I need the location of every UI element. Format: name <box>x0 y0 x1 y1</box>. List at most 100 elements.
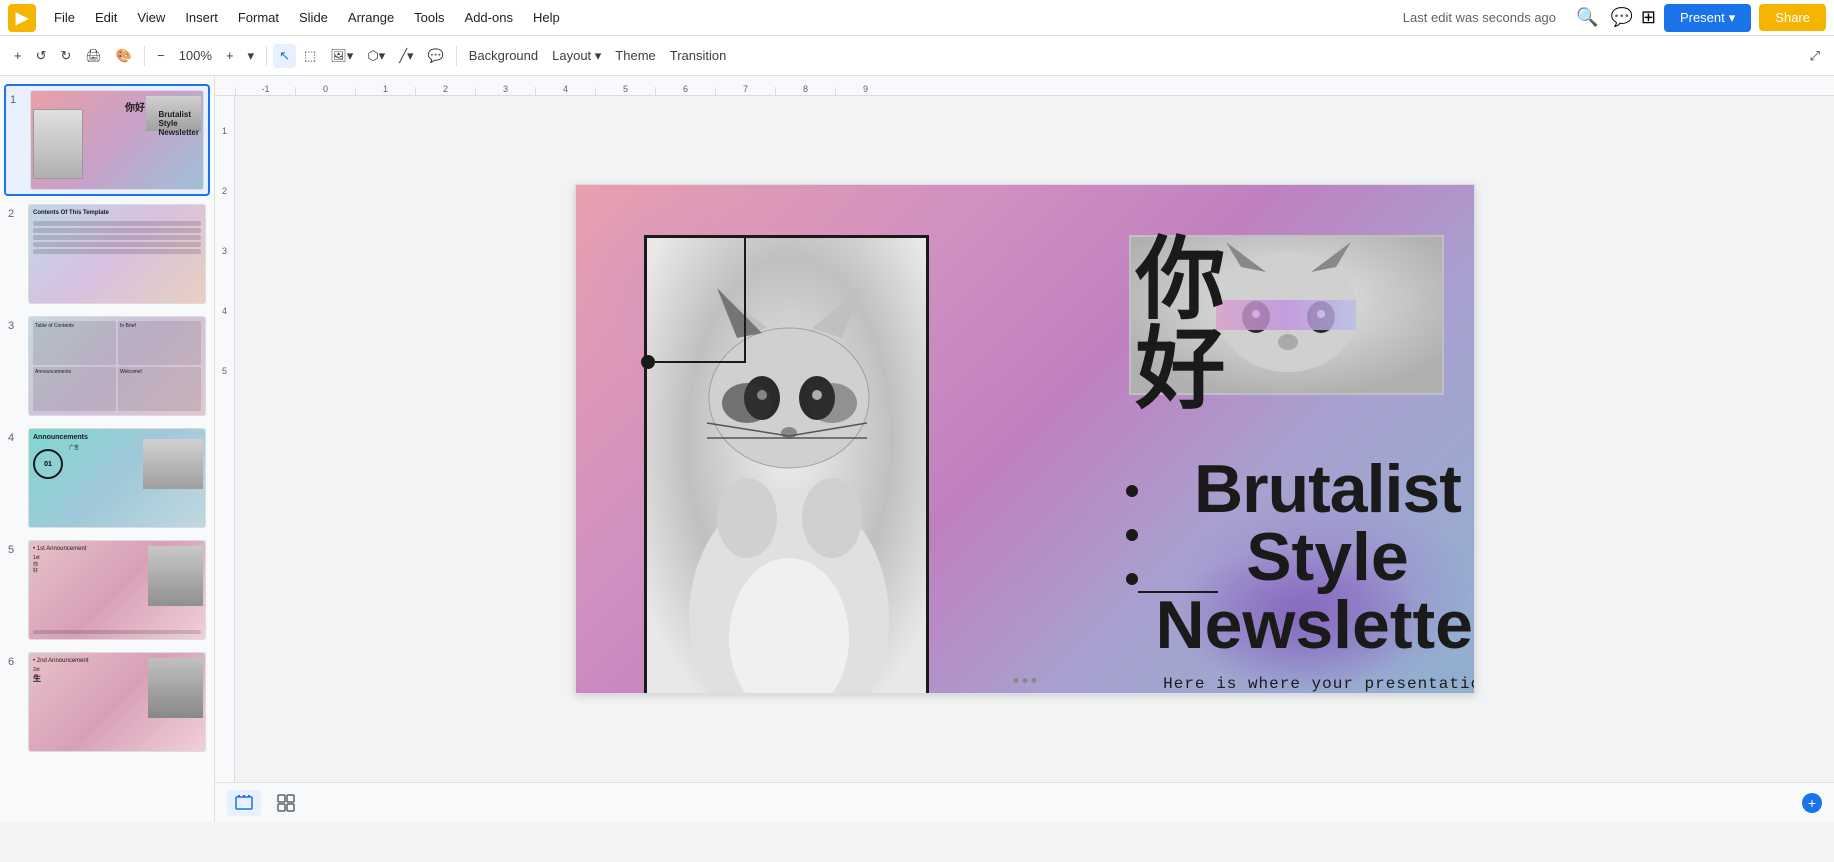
chinese-line2: 好 <box>1136 325 1226 415</box>
cat-overlay-rect <box>1216 300 1356 330</box>
ruler-tick: 3 <box>475 87 535 95</box>
menu-format[interactable]: Format <box>230 6 287 29</box>
shape-button[interactable]: ⬡▾ <box>361 44 391 68</box>
slide-preview-3: Table of Contents In Brief Announcements… <box>28 316 206 416</box>
menu-help[interactable]: Help <box>525 6 568 29</box>
slide-thumb-6[interactable]: 6 • 2nd Announcement 2st 生 <box>4 648 210 756</box>
ruler-ticks: -1 0 1 2 3 4 5 6 7 8 9 <box>215 76 895 95</box>
zoom-out-button[interactable]: − <box>151 44 171 67</box>
redo-button[interactable]: ↻ <box>55 44 78 68</box>
menu-view[interactable]: View <box>129 6 173 29</box>
select-tool-button[interactable]: ⬚ <box>298 44 322 68</box>
comment-icon[interactable]: 💬 <box>1610 7 1632 28</box>
ruler-tick: 5 <box>595 87 655 95</box>
slide-number-5: 5 <box>8 540 22 556</box>
slide-preview-1: BrutalistStyleNewsletter 你好 <box>30 90 204 190</box>
comment-button[interactable]: 💬 <box>422 44 450 68</box>
menu-edit[interactable]: Edit <box>87 6 125 29</box>
slide-dots-indicator <box>1013 678 1036 683</box>
slide-thumb-4[interactable]: 4 Announcements 01 广告 <box>4 424 210 532</box>
bottom-right: + <box>1802 793 1822 813</box>
layout-button[interactable]: Layout ▾ <box>546 44 607 68</box>
zoom-plus-button[interactable]: + <box>1802 793 1822 813</box>
menu-tools[interactable]: Tools <box>406 6 452 29</box>
thumb-cat-6 <box>148 658 203 718</box>
thumb-grid-3: Table of Contents In Brief Announcements… <box>29 317 205 415</box>
selection-handle-circle <box>641 355 655 369</box>
image-button[interactable]: 🖼▾ <box>324 44 359 68</box>
zoom-dropdown[interactable]: ▾ <box>242 44 261 68</box>
thumb-bar-5 <box>33 630 201 634</box>
selection-handle-line-h <box>655 361 745 363</box>
subtitle: Here is where your presentation begins <box>1156 675 1475 694</box>
app-logo: ▶ <box>8 4 36 32</box>
bullet-dots <box>1126 485 1138 585</box>
theme-button[interactable]: Theme <box>609 44 661 67</box>
thumb-text-6: 2st 生 <box>33 667 41 684</box>
slide-thumb-3[interactable]: 3 Table of Contents In Brief Announcemen… <box>4 312 210 420</box>
slide-number-6: 6 <box>8 652 22 668</box>
separator-2 <box>266 46 267 66</box>
thumb-label-4: Announcements <box>33 434 88 441</box>
menu-bar: ▶ File Edit View Insert Format Slide Arr… <box>0 0 1834 36</box>
slide-number-4: 4 <box>8 428 22 444</box>
slide-number-3: 3 <box>8 316 22 332</box>
filmstrip-view-button[interactable] <box>227 790 261 816</box>
print-button[interactable]: 🖨 <box>79 44 108 68</box>
top-right-buttons: 🔍 💬 ⊞ Present ▾ Share <box>1576 4 1826 32</box>
ruler-tick: 0 <box>295 87 355 95</box>
ruler-tick: -1 <box>235 87 295 95</box>
bullet-dot-3 <box>1126 573 1138 585</box>
menu-slide[interactable]: Slide <box>291 6 336 29</box>
chinese-text[interactable]: 你 好 <box>1136 235 1226 415</box>
zoom-in-button[interactable]: + <box>220 44 240 67</box>
separator-1 <box>144 46 145 66</box>
cursor-tool-button[interactable]: ↖ <box>273 44 296 68</box>
filmstrip-icon <box>235 794 253 812</box>
share-button[interactable]: Share <box>1759 4 1826 31</box>
last-edit-label: Last edit was seconds ago <box>1403 10 1556 25</box>
ruler-tick: 4 <box>535 87 595 95</box>
slide-canvas[interactable]: 你 好 <box>575 184 1475 694</box>
slide-preview-2: Contents Of This Template <box>28 204 206 304</box>
slide-thumb-2[interactable]: 2 Contents Of This Template <box>4 200 210 308</box>
add-button[interactable]: + <box>8 44 28 67</box>
chinese-line1: 你 <box>1136 235 1226 325</box>
background-button[interactable]: Background <box>463 44 544 67</box>
menu-insert[interactable]: Insert <box>177 6 226 29</box>
bottom-left <box>227 790 303 816</box>
line-button[interactable]: ╱▾ <box>393 44 419 68</box>
menu-addons[interactable]: Add-ons <box>457 6 521 29</box>
thumb-text-5: 1st 你 好 <box>33 555 40 575</box>
bullet-dot-2 <box>1126 529 1138 541</box>
grid-view-button[interactable] <box>269 790 303 816</box>
ruler-horizontal: -1 0 1 2 3 4 5 6 7 8 9 <box>215 76 1834 96</box>
thumb-chinese-1: 你好 <box>125 99 145 114</box>
undo-button[interactable]: ↺ <box>30 44 53 68</box>
separator-3 <box>456 46 457 66</box>
slide-panel: 1 BrutalistStyleNewsletter 你好 2 Contents… <box>0 76 215 822</box>
selection-handle-line-v <box>744 235 746 363</box>
slide-preview-6: • 2nd Announcement 2st 生 <box>28 652 206 752</box>
grid-view-icon <box>277 794 295 812</box>
ruler-tick: 1 <box>355 87 415 95</box>
present-button[interactable]: Present ▾ <box>1664 4 1751 32</box>
slide-thumb-1[interactable]: 1 BrutalistStyleNewsletter 你好 <box>4 84 210 196</box>
toolbar: + ↺ ↻ 🖨 🎨 − 100% + ▾ ↖ ⬚ 🖼▾ ⬡▾ ╱▾ 💬 Back… <box>0 36 1834 76</box>
slide-thumb-5[interactable]: 5 • 1st Announcement 1st 你 好 <box>4 536 210 644</box>
cat-main-image[interactable] <box>644 235 929 694</box>
paint-format-button[interactable]: 🎨 <box>110 44 138 68</box>
slide-preview-4: Announcements 01 广告 <box>28 428 206 528</box>
menu-arrange[interactable]: Arrange <box>340 6 402 29</box>
search-icon[interactable]: 🔍 <box>1576 7 1598 28</box>
main-title[interactable]: Brutalist Style Newsletter Here is where… <box>1156 455 1475 694</box>
title-line3: Newsletter <box>1156 591 1475 659</box>
thumb-lines-2 <box>33 221 201 299</box>
transition-button[interactable]: Transition <box>664 44 733 67</box>
ruler-tick: 7 <box>715 87 775 95</box>
title-line1: Brutalist <box>1156 455 1475 523</box>
thumb-cat-4 <box>143 439 203 489</box>
grid-icon[interactable]: ⊞ <box>1641 7 1656 28</box>
menu-file[interactable]: File <box>46 6 83 29</box>
expand-button[interactable]: ⤢ <box>1804 44 1826 68</box>
